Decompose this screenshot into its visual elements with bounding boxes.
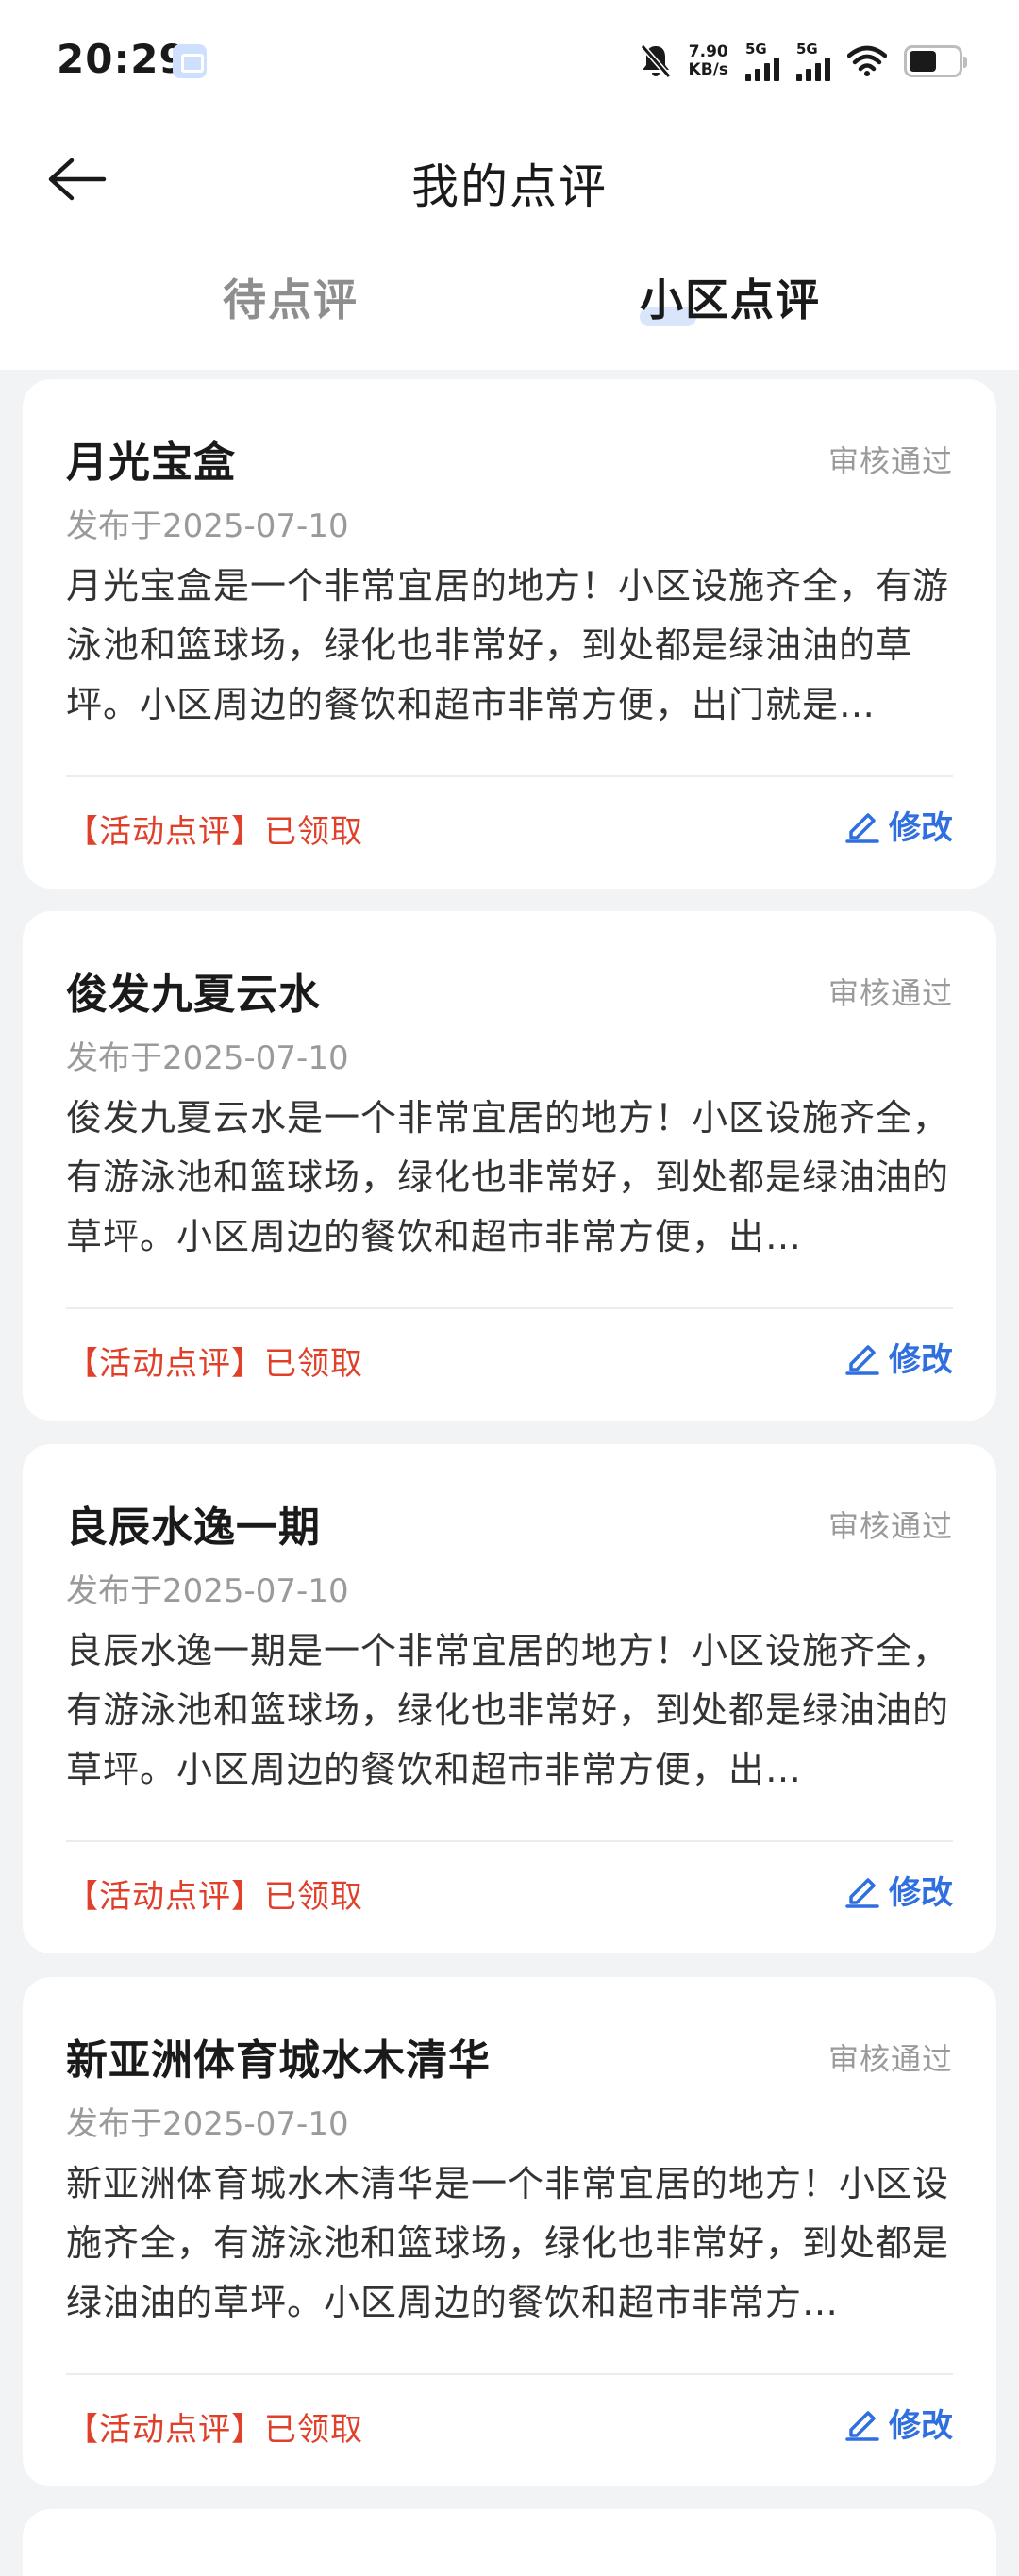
edit-button[interactable]: 修改 (844, 802, 953, 847)
bell-off-icon (640, 44, 671, 78)
publish-date: 发布于2025-07-10 (66, 1039, 349, 1077)
signal-1: 5G (745, 42, 779, 81)
edit-button[interactable]: 修改 (844, 2400, 953, 2445)
divider (66, 1840, 953, 1842)
pencil-icon (845, 1878, 879, 1908)
review-status: 审核通过 (827, 1508, 953, 1544)
review-card[interactable]: 俊发九夏云水 审核通过 发布于2025-07-10 俊发九夏云水是一个非常宜居的… (23, 911, 996, 1421)
review-text: 新亚洲体育城水木清华是一个非常宜居的地方！小区设施齐全，有游泳池和篮球场，绿化也… (66, 2163, 950, 2323)
pencil-icon (845, 1345, 879, 1375)
edit-button[interactable]: 修改 (844, 1334, 953, 1379)
page-title: 我的点评 (411, 159, 608, 214)
gallery-app-icon (173, 44, 207, 78)
divider (66, 2373, 953, 2375)
net-speed: 7.90 KB/s (689, 43, 728, 79)
status-time: 20:29 (57, 36, 188, 82)
reward-tag: 【活动点评】已领取 (66, 2411, 363, 2449)
reward-tag: 【活动点评】已领取 (66, 1345, 363, 1383)
battery-level (910, 51, 936, 72)
tab-label: 小区点评 (640, 274, 821, 325)
pencil-icon (845, 813, 879, 843)
reward-tag: 【活动点评】已领取 (66, 813, 363, 851)
review-card[interactable]: 良辰水逸一期 审核通过 发布于2025-07-10 良辰水逸一期是一个非常宜居的… (23, 1444, 996, 1953)
edit-button[interactable]: 修改 (844, 1867, 953, 1912)
signal-2: 5G (796, 42, 830, 81)
tab-bar: 待点评 小区点评 (0, 253, 1019, 357)
status-bar: 20:29 7.90 KB/s 5G 5G (0, 0, 1019, 123)
net-speed-unit: KB/s (688, 60, 728, 79)
net-speed-value: 7.90 (688, 42, 728, 61)
edit-label: 修改 (889, 808, 953, 847)
divider (66, 1307, 953, 1309)
community-name: 俊发九夏云水 (66, 971, 321, 1019)
divider (66, 775, 953, 777)
review-text: 月光宝盒是一个非常宜居的地方！小区设施齐全，有游泳池和篮球场，绿化也非常好，到处… (66, 565, 950, 725)
tab-pending-review[interactable]: 待点评 (223, 266, 359, 328)
community-name: 新亚洲体育城水木清华 (66, 2036, 491, 2085)
signal-bars-icon (745, 57, 779, 81)
community-name: 良辰水逸一期 (66, 1504, 321, 1552)
reward-tag: 【活动点评】已领取 (66, 1878, 363, 1916)
nav-bar: 我的点评 (0, 123, 1019, 236)
review-text: 良辰水逸一期是一个非常宜居的地方！小区设施齐全，有游泳池和篮球场，绿化也非常好，… (66, 1630, 950, 1790)
review-card[interactable]: 月光宝盒 审核通过 发布于2025-07-10 月光宝盒是一个非常宜居的地方！小… (23, 379, 996, 889)
battery-icon (904, 45, 967, 77)
review-status: 审核通过 (827, 2041, 953, 2077)
edit-label: 修改 (889, 2406, 953, 2445)
pencil-icon (845, 2411, 879, 2441)
publish-date: 发布于2025-07-10 (66, 2105, 349, 2143)
review-card[interactable]: 新亚洲体育城水木清华 审核通过 发布于2025-07-10 新亚洲体育城水木清华… (23, 1977, 996, 2486)
signal-bars-icon (796, 57, 830, 81)
publish-date: 发布于2025-07-10 (66, 507, 349, 545)
review-text: 俊发九夏云水是一个非常宜居的地方！小区设施齐全，有游泳池和篮球场，绿化也非常好，… (66, 1097, 950, 1257)
community-name: 月光宝盒 (66, 439, 236, 487)
review-status: 审核通过 (827, 443, 953, 479)
review-status: 审核通过 (827, 975, 953, 1011)
signal-1-tag: 5G (745, 40, 767, 58)
signal-2-tag: 5G (796, 40, 818, 58)
status-icons: 7.90 KB/s 5G 5G (640, 38, 967, 85)
tab-label: 待点评 (223, 274, 359, 325)
publish-date: 发布于2025-07-10 (66, 1572, 349, 1610)
wifi-icon (847, 45, 887, 76)
edit-label: 修改 (889, 1340, 953, 1379)
edit-label: 修改 (889, 1873, 953, 1912)
header-area: 20:29 7.90 KB/s 5G 5G 我的点评 待点评 小区点评 (0, 0, 1019, 370)
review-card-partial[interactable] (23, 2509, 996, 2576)
tab-community-review[interactable]: 小区点评 (640, 266, 821, 328)
